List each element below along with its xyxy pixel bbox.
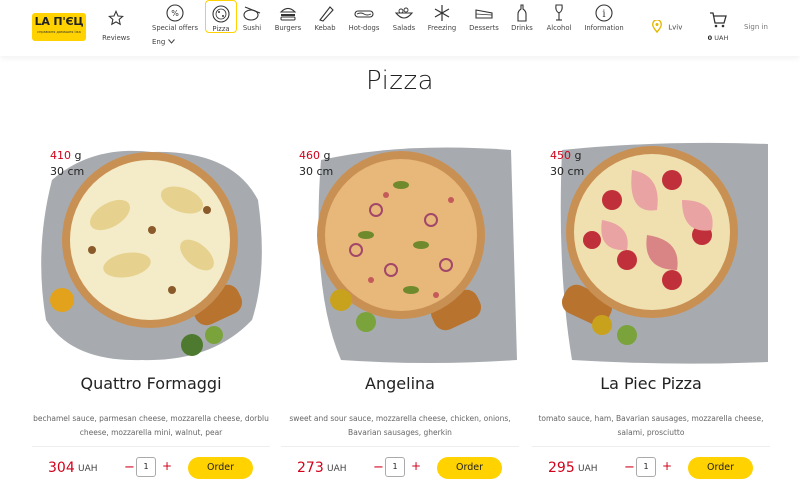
- burger-icon: [277, 4, 299, 22]
- reviews-label: Reviews: [102, 34, 130, 42]
- city-selector[interactable]: Lviv: [651, 19, 683, 35]
- product-card: 410 g 30 cm Quattro Formaggi bechamel sa…: [32, 140, 270, 490]
- star-icon: [108, 9, 124, 26]
- decrease-qty-button[interactable]: −: [124, 460, 135, 475]
- product-card: 460 g 30 cm Angelina sweet and sour sauc…: [281, 140, 519, 490]
- weight-info: 450 g 30 cm: [550, 149, 585, 178]
- percent-icon: %: [164, 4, 186, 22]
- product-name[interactable]: La Piec Pizza: [532, 374, 770, 393]
- nav-drinks[interactable]: Drinks: [508, 0, 536, 36]
- cake-icon: [473, 4, 495, 22]
- nav-pizza[interactable]: Pizza: [205, 0, 237, 33]
- pizza-icon: [210, 5, 232, 23]
- nav-information[interactable]: i Information: [582, 0, 626, 36]
- product-description: bechamel sauce, parmesan cheese, mozzare…: [33, 414, 269, 437]
- cart-total: 0 UAH: [707, 34, 729, 42]
- product-description: tomato sauce, ham, Bavarian sausages, mo…: [538, 414, 764, 437]
- info-icon: i: [593, 4, 615, 22]
- language-label: Eng: [152, 38, 166, 46]
- increase-qty-button[interactable]: +: [162, 459, 172, 473]
- nav-hot-dogs[interactable]: Hot-dogs: [346, 0, 382, 36]
- reviews-link[interactable]: Reviews: [100, 9, 132, 42]
- price-currency: UAH: [327, 464, 347, 474]
- order-button[interactable]: Order: [437, 457, 502, 479]
- kebab-icon: [314, 4, 336, 22]
- nav-salads[interactable]: Salads: [390, 0, 418, 36]
- hotdog-icon: [353, 4, 375, 22]
- bottle-icon: [511, 4, 533, 22]
- nav-desserts[interactable]: Desserts: [466, 0, 502, 36]
- svg-text:i: i: [602, 9, 605, 20]
- salad-icon: [393, 4, 415, 22]
- page-title: Pizza: [365, 66, 435, 96]
- sign-in-link[interactable]: Sign in: [744, 23, 768, 31]
- product-price: 295: [548, 460, 575, 476]
- city-label: Lviv: [668, 23, 683, 32]
- logo-text: LA П'ЄЦ: [34, 15, 84, 28]
- nav-special-offers[interactable]: % Special offers: [152, 0, 198, 36]
- price-currency: UAH: [78, 464, 98, 474]
- svg-text:%: %: [171, 9, 179, 18]
- product-name[interactable]: Quattro Formaggi: [32, 374, 270, 393]
- divider: [532, 446, 770, 447]
- product-name[interactable]: Angelina: [281, 374, 519, 393]
- weight-info: 460 g 30 cm: [299, 149, 334, 178]
- location-pin-icon: [651, 19, 663, 35]
- cart-icon: [710, 12, 727, 28]
- nav-sushi[interactable]: Sushi: [240, 0, 264, 36]
- cart-button[interactable]: 0 UAH: [706, 12, 730, 42]
- quantity-input[interactable]: 1: [385, 457, 405, 477]
- product-card: 450 g 30 cm La Piec Pizza tomato sauce, …: [532, 140, 770, 490]
- quantity-input[interactable]: 1: [636, 457, 656, 477]
- quantity-input[interactable]: 1: [136, 457, 156, 477]
- site-header: LA П'ЄЦ справжня домашня їжа Reviews % S…: [0, 0, 800, 56]
- product-price: 304: [48, 460, 75, 476]
- order-button[interactable]: Order: [688, 457, 753, 479]
- product-price: 273: [297, 460, 324, 476]
- increase-qty-button[interactable]: +: [662, 459, 672, 473]
- wine-icon: [548, 4, 570, 22]
- nav-kebab[interactable]: Kebab: [312, 0, 338, 36]
- sushi-icon: [241, 4, 263, 22]
- price-currency: UAH: [578, 464, 598, 474]
- decrease-qty-button[interactable]: −: [624, 460, 635, 475]
- divider: [32, 446, 270, 447]
- decrease-qty-button[interactable]: −: [373, 460, 384, 475]
- snowflake-icon: [431, 4, 453, 22]
- nav-alcohol[interactable]: Alcohol: [544, 0, 574, 36]
- language-selector[interactable]: Eng: [152, 38, 175, 46]
- product-description: sweet and sour sauce, mozzarella cheese,…: [289, 414, 511, 437]
- weight-info: 410 g 30 cm: [50, 149, 85, 178]
- nav-burgers[interactable]: Burgers: [272, 0, 304, 36]
- logo[interactable]: LA П'ЄЦ справжня домашня їжа: [32, 13, 86, 41]
- order-button[interactable]: Order: [188, 457, 253, 479]
- nav-freezing[interactable]: Freezing: [426, 0, 458, 36]
- increase-qty-button[interactable]: +: [411, 459, 421, 473]
- chevron-down-icon: [167, 39, 175, 44]
- logo-tagline: справжня домашня їжа: [37, 30, 81, 34]
- divider: [281, 446, 519, 447]
